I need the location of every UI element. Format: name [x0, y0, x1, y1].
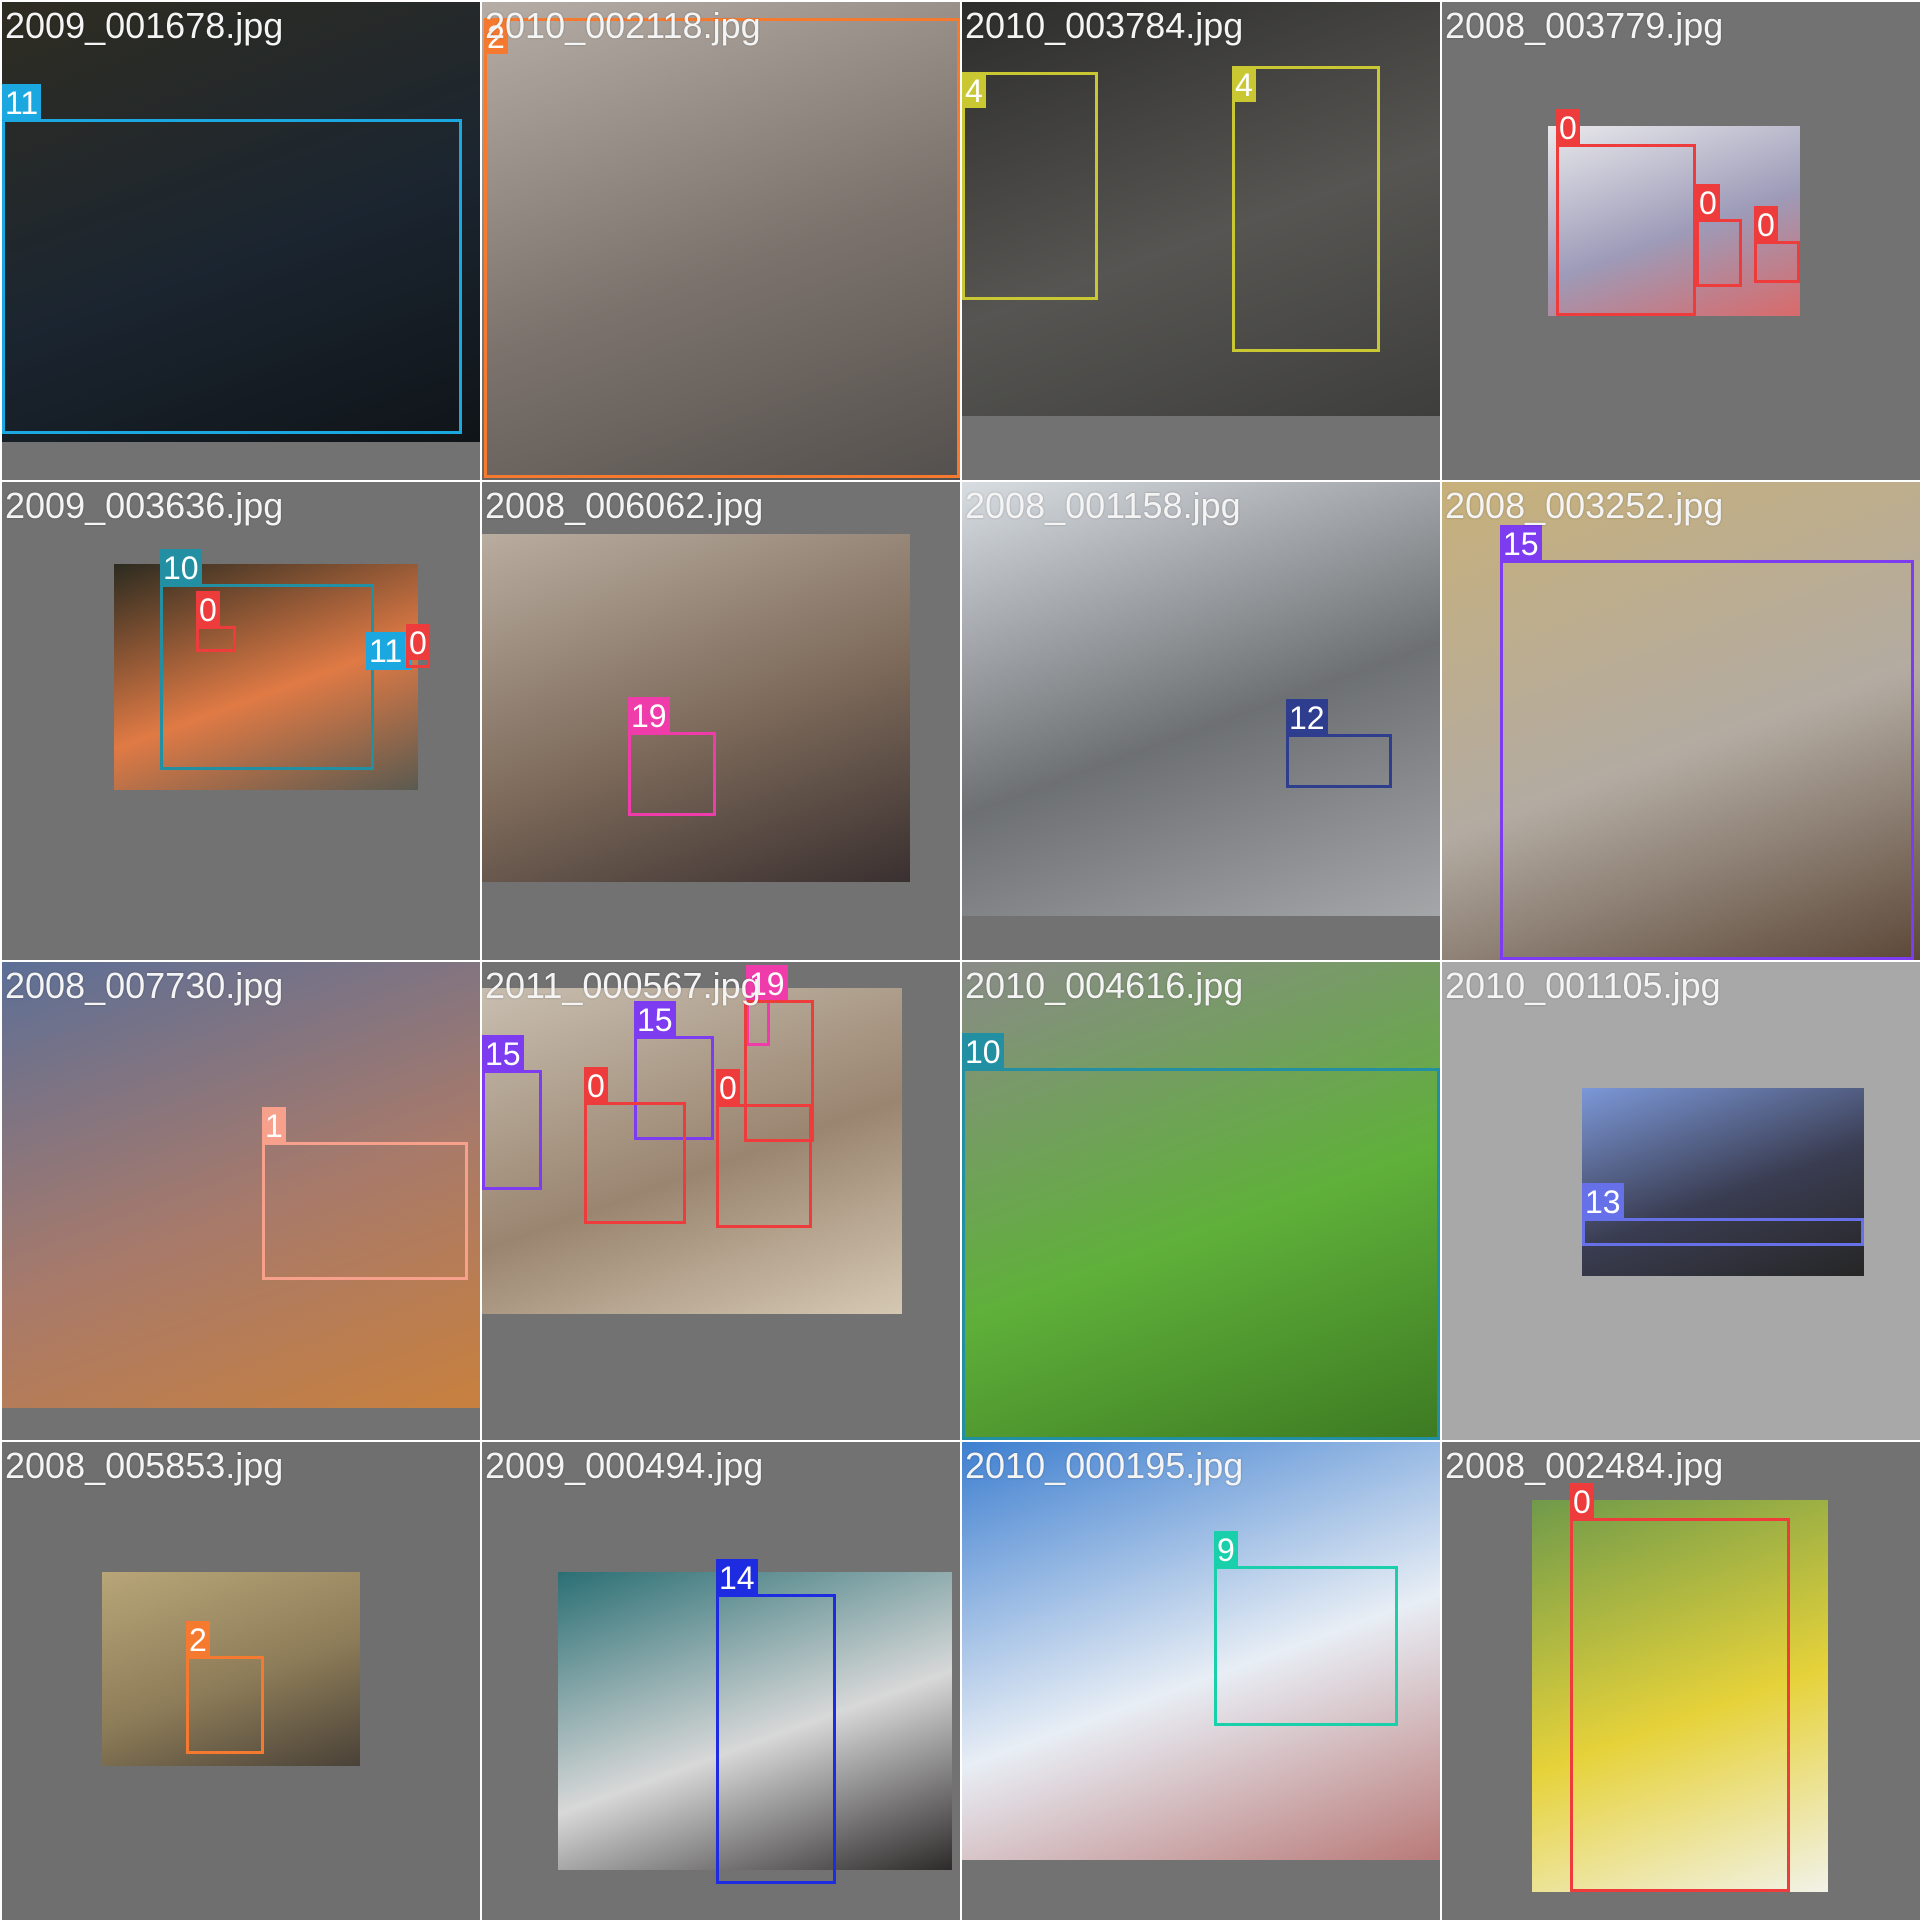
tile-2009_003636: 10 0 11 0 2009_003636.jpg [2, 482, 480, 960]
bbox: 4 [1232, 66, 1380, 352]
image-filename: 2010_002118.jpg [485, 5, 761, 46]
tile-2009_000494: 14 2009_000494.jpg [482, 1442, 960, 1920]
bbox-label: 12 [1286, 699, 1328, 736]
image-filename: 2010_001105.jpg [1445, 965, 1721, 1006]
bbox-label: 4 [1232, 66, 1256, 103]
image-filename: 2008_007730.jpg [5, 965, 284, 1006]
image-filename: 2008_003779.jpg [1445, 5, 1724, 46]
image-filename: 2009_003636.jpg [5, 485, 284, 526]
bbox: 1 [262, 1107, 468, 1280]
tile-2010_000195: 9 2010_000195.jpg [962, 1442, 1440, 1920]
bbox: 10 [962, 1033, 1440, 1440]
bbox: 0 [196, 591, 236, 652]
bbox: 15 [482, 1035, 542, 1190]
tile-2008_005853: 2 2008_005853.jpg [2, 1442, 480, 1920]
image-filename: 2009_000494.jpg [485, 1445, 764, 1486]
tile-2008_001158: 12 2008_001158.jpg [962, 482, 1440, 960]
tile-2010_002118: 2 2010_002118.jpg [482, 2, 960, 480]
photo [482, 534, 910, 882]
image-filename: 2009_001678.jpg [5, 5, 284, 46]
bbox: 12 [1286, 699, 1392, 788]
tile-2008_002484: 0 2008_002484.jpg [1442, 1442, 1920, 1920]
bbox-label: 0 [584, 1067, 608, 1104]
bbox-label: 0 [1570, 1483, 1594, 1520]
image-filename: 2010_004616.jpg [965, 965, 1244, 1006]
tile-2008_003779: 0 0 0 2008_003779.jpg [1442, 2, 1920, 480]
tile-2008_007730: 1 2008_007730.jpg [2, 962, 480, 1440]
tile-2010_001105: 13 2010_001105.jpg [1442, 962, 1920, 1440]
bbox-label: 14 [716, 1559, 758, 1596]
bbox: 9 [1214, 1531, 1398, 1726]
bbox-label: 13 [1582, 1183, 1624, 1220]
bbox: 19 [628, 697, 716, 816]
bbox-label: 0 [1696, 184, 1720, 221]
bbox-label: 15 [482, 1035, 524, 1072]
bbox: 10 [160, 549, 374, 770]
bbox [744, 1000, 814, 1142]
image-filename: 2011_000567.jpg [485, 965, 761, 1006]
bbox-label: 11 [366, 632, 406, 669]
tile-2009_001678: 11 2009_001678.jpg [2, 2, 480, 480]
image-filename: 2010_003784.jpg [965, 5, 1244, 46]
bbox: 15 [1500, 525, 1914, 960]
bbox-label: 0 [1754, 206, 1778, 243]
bbox: 2 [484, 18, 960, 478]
bbox-label: 19 [628, 697, 670, 734]
bbox-label: 15 [1500, 525, 1542, 562]
tile-2008_006062: 19 2008_006062.jpg [482, 482, 960, 960]
bbox: 4 [962, 72, 1098, 300]
bbox-label: 10 [962, 1033, 1004, 1070]
bbox-label: 2 [186, 1621, 210, 1658]
bbox: 0 [1696, 184, 1742, 287]
image-filename: 2010_000195.jpg [965, 1445, 1244, 1486]
bbox: 14 [716, 1559, 836, 1884]
bbox-label: 10 [160, 549, 202, 586]
bbox: 0 [584, 1067, 686, 1224]
bbox-label: 0 [406, 624, 430, 661]
bbox: 11 [2, 84, 462, 434]
tile-2008_003252: 15 2008_003252.jpg [1442, 482, 1920, 960]
image-filename: 2008_005853.jpg [5, 1445, 284, 1486]
bbox: 0 [1556, 109, 1696, 316]
bbox-label: 0 [1556, 109, 1580, 146]
tile-2011_000567: 19 15 15 0 0 2011_000567.jpg [482, 962, 960, 1440]
image-filename: 2008_002484.jpg [1445, 1445, 1724, 1486]
bbox-label: 9 [1214, 1531, 1238, 1568]
bbox-label: 1 [262, 1107, 286, 1144]
bbox-label: 11 [2, 84, 42, 121]
bbox: 0 [1570, 1483, 1790, 1892]
photo [1582, 1088, 1864, 1276]
bbox-label: 0 [196, 591, 220, 628]
image-filename: 2008_003252.jpg [1445, 485, 1724, 526]
bbox: 0 [406, 624, 430, 668]
bbox: 0 [1754, 206, 1800, 283]
bbox-label: 0 [716, 1069, 740, 1106]
tile-2010_003784: 4 4 2010_003784.jpg [962, 2, 1440, 480]
bbox: 2 [186, 1621, 264, 1754]
image-mosaic: 11 2009_001678.jpg 2 2010_002118.jpg 4 4… [0, 0, 1920, 1920]
photo [962, 482, 1440, 916]
bbox: 13 [1582, 1183, 1864, 1246]
image-filename: 2008_001158.jpg [965, 485, 1241, 526]
tile-2010_004616: 10 2010_004616.jpg [962, 962, 1440, 1440]
image-filename: 2008_006062.jpg [485, 485, 764, 526]
bbox-label: 4 [962, 72, 986, 109]
